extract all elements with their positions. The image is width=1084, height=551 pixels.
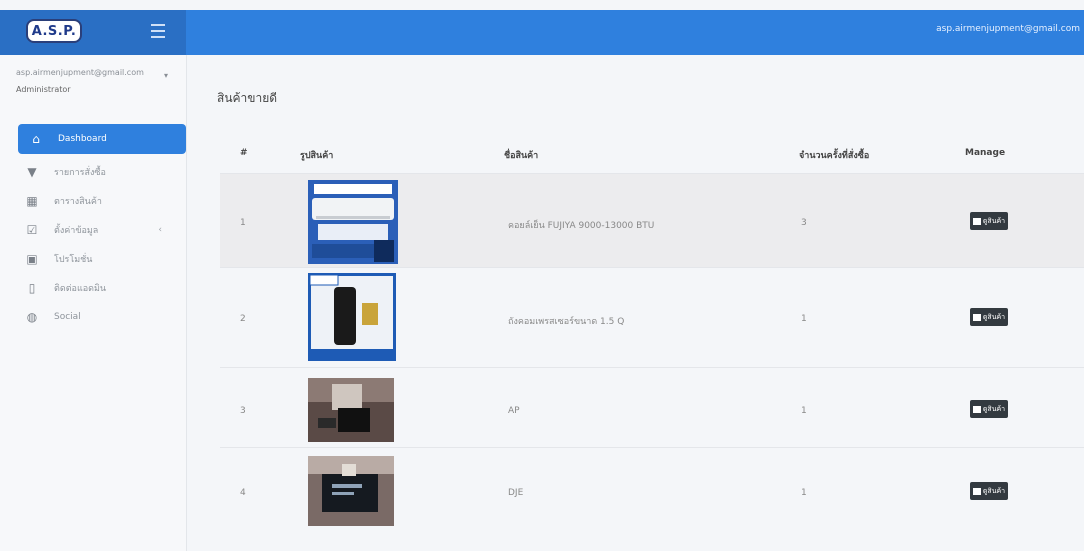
product-name: AP	[508, 406, 520, 416]
column-header-count: จำนวนครั้งที่สั่งซื้อ	[799, 151, 870, 161]
order-count: 1	[801, 314, 807, 324]
sidebar-user-email[interactable]: asp.airmenjupment@gmail.com	[16, 68, 144, 77]
sidebar-item-dashboard[interactable]: ⌂ Dashboard	[18, 124, 186, 154]
asp-logo[interactable]: A.S.P.	[26, 19, 82, 43]
table-row: 2 ถังคอมเพรสเซอร์ขนาด 1.5 Q 1 ดูสินค้า	[220, 267, 1084, 368]
sidebar-item-label: ตารางสินค้า	[54, 197, 102, 207]
edit-icon: ☑	[26, 223, 38, 237]
sidebar-item-label: รายการสั่งซื้อ	[54, 168, 106, 178]
user-role: Administrator	[16, 85, 71, 94]
column-header-image: รูปสินค้า	[300, 151, 334, 161]
column-header-number: #	[240, 148, 248, 158]
globe-icon: ◍	[26, 310, 38, 324]
sidebar-item-label: โปรโมชั่น	[54, 255, 93, 265]
gift-icon: ▣	[26, 252, 38, 266]
product-image[interactable]	[308, 378, 394, 442]
brand-area: A.S.P.	[0, 10, 186, 55]
mobile-icon: ▯	[28, 281, 36, 295]
table-icon: ▦	[26, 194, 38, 208]
user-email-top[interactable]: asp.airmenjupment@gmail.com	[936, 24, 1080, 34]
row-number: 1	[240, 218, 246, 228]
sidebar: asp.airmenjupment@gmail.com ▾ Administra…	[0, 55, 187, 551]
sidebar-item-contact[interactable]: ▯ ติดต่อแอดมิน	[14, 273, 186, 303]
column-header-name: ชื่อสินค้า	[504, 151, 539, 161]
view-product-button[interactable]: ดูสินค้า	[970, 482, 1008, 500]
product-name: ถังคอมเพรสเซอร์ขนาด 1.5 Q	[508, 317, 625, 327]
view-product-button[interactable]: ดูสินค้า	[970, 212, 1008, 230]
page-title: สินค้าขายดี	[217, 91, 278, 105]
sidebar-item-label: Dashboard	[58, 134, 107, 144]
order-count: 3	[801, 218, 807, 228]
product-image[interactable]	[308, 273, 396, 361]
table-header: # รูปสินค้า ชื่อสินค้า จำนวนครั้งที่สั่ง…	[204, 128, 1084, 173]
product-image[interactable]	[308, 180, 398, 264]
product-name: คอยล์เย็น FUJIYA 9000-13000 BTU	[508, 221, 655, 231]
table-row: 1 คอยล์เย็น FUJIYA 9000-13000 BTU 3 ดูสิ…	[220, 173, 1084, 268]
view-icon	[972, 487, 981, 495]
chevron-down-icon[interactable]: ▾	[164, 71, 168, 80]
view-icon	[972, 405, 981, 413]
cart-icon: ▼	[27, 165, 37, 179]
view-product-button[interactable]: ดูสินค้า	[970, 400, 1008, 418]
column-header-manage: Manage	[965, 148, 1006, 158]
product-image[interactable]	[308, 456, 394, 526]
sidebar-item-orders[interactable]: ▼ รายการสั่งซื้อ	[14, 157, 186, 187]
sidebar-item-label: Social	[54, 312, 81, 322]
table-row: 4 DJE 1 ดูสินค้า	[220, 447, 1084, 532]
menu-toggle-icon[interactable]	[151, 24, 165, 38]
order-count: 1	[801, 488, 807, 498]
row-number: 2	[240, 314, 246, 324]
sidebar-item-social[interactable]: ◍ Social	[14, 302, 186, 332]
sidebar-item-settings[interactable]: ☑ ตั้งค่าข้อมูล ‹	[14, 215, 186, 245]
home-icon: ⌂	[32, 132, 40, 146]
sidebar-item-products[interactable]: ▦ ตารางสินค้า	[14, 186, 186, 216]
sidebar-item-label: ติดต่อแอดมิน	[54, 284, 107, 294]
order-count: 1	[801, 406, 807, 416]
table-row: 3 AP 1 ดูสินค้า	[220, 367, 1084, 448]
product-name: DJE	[508, 488, 524, 498]
row-number: 4	[240, 488, 246, 498]
chevron-left-icon: ‹	[158, 225, 162, 235]
sidebar-item-label: ตั้งค่าข้อมูล	[54, 226, 99, 236]
sidebar-item-promotion[interactable]: ▣ โปรโมชั่น	[14, 244, 186, 274]
view-icon	[972, 313, 981, 321]
view-product-button[interactable]: ดูสินค้า	[970, 308, 1008, 326]
row-number: 3	[240, 406, 246, 416]
view-icon	[972, 217, 981, 225]
